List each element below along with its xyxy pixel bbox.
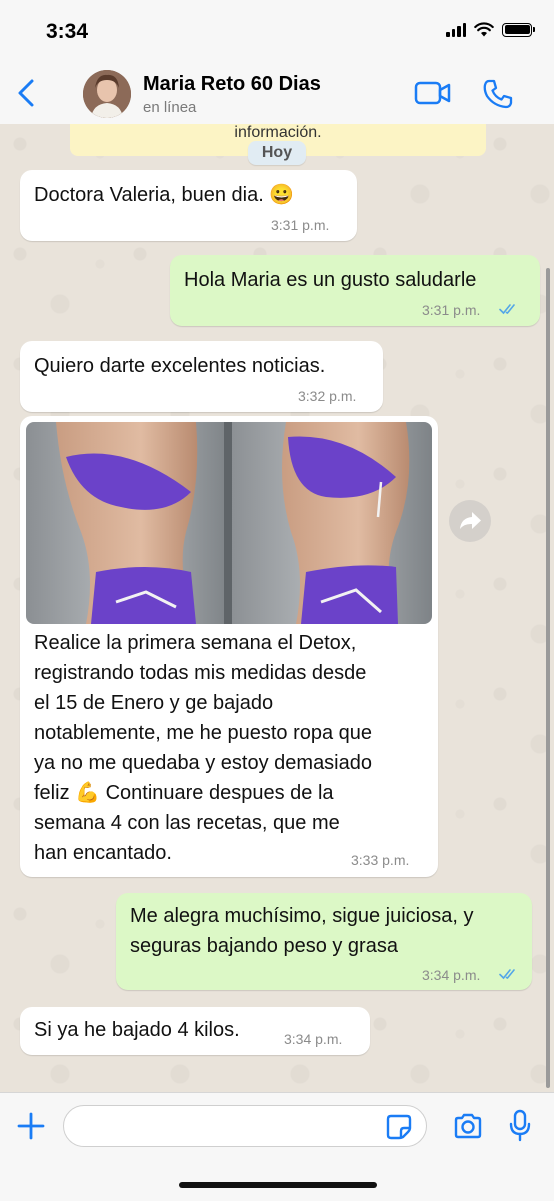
caption-line: semana 4 con las recetas, que me	[34, 812, 340, 834]
message-incoming[interactable]: Doctora Valeria, buen dia. 😀 3:31 p.m.	[20, 170, 357, 241]
message-text: Si ya he bajado 4 kilos.	[34, 1019, 240, 1041]
phone-icon[interactable]	[482, 78, 514, 110]
message-text: Me alegra muchísimo, sigue juiciosa, y s…	[130, 901, 473, 961]
signal-icon	[446, 22, 466, 37]
message-outgoing[interactable]: Me alegra muchísimo, sigue juiciosa, y s…	[116, 893, 532, 990]
message-time: 3:33 p.m.	[351, 852, 410, 868]
photo-attachment[interactable]	[26, 422, 432, 624]
chevron-left-icon[interactable]	[14, 78, 40, 108]
banner-text: información.	[234, 124, 322, 141]
message-time: 3:32 p.m.	[298, 388, 357, 404]
read-ticks-icon	[499, 304, 515, 315]
body-progress-photo	[26, 422, 432, 624]
caption-line: el 15 de Enero y ge bajado	[34, 692, 274, 714]
contact-status: en línea	[143, 99, 197, 116]
message-time: 3:31 p.m.	[422, 302, 481, 318]
message-time: 3:34 p.m.	[284, 1031, 343, 1047]
status-bar: 3:34	[0, 0, 554, 64]
camera-icon[interactable]	[452, 1111, 484, 1141]
message-text: Doctora Valeria, buen dia. 😀	[34, 184, 295, 206]
wifi-icon	[474, 22, 494, 37]
chat-header: Maria Reto 60 Dias en línea	[0, 64, 554, 125]
status-icons	[446, 22, 535, 37]
message-outgoing[interactable]: Hola Maria es un gusto saludarle 3:31 p.…	[170, 255, 540, 326]
read-ticks-icon	[499, 969, 515, 980]
image-caption: Realice la primera semana el Detox, regi…	[34, 628, 372, 868]
battery-icon	[502, 22, 535, 37]
composer-bar	[0, 1092, 554, 1201]
message-input[interactable]	[63, 1105, 427, 1147]
home-indicator[interactable]	[179, 1182, 377, 1188]
message-incoming[interactable]: Quiero darte excelentes noticias. 3:32 p…	[20, 341, 383, 412]
date-separator: Hoy	[248, 141, 306, 165]
microphone-icon[interactable]	[508, 1109, 532, 1143]
contact-name[interactable]: Maria Reto 60 Dias	[143, 73, 321, 96]
sticker-icon[interactable]	[385, 1113, 413, 1141]
status-time: 3:34	[46, 20, 89, 43]
message-text: Hola Maria es un gusto saludarle	[184, 269, 477, 291]
message-time: 3:31 p.m.	[271, 217, 330, 233]
message-time: 3:34 p.m.	[422, 967, 481, 983]
caption-line: registrando todas mis medidas desde	[34, 662, 367, 684]
video-camera-icon[interactable]	[414, 80, 452, 106]
caption-line: ya no me quedaba y estoy demasiado	[34, 752, 372, 774]
caption-line: han encantado.	[34, 842, 172, 864]
message-incoming-image[interactable]: Realice la primera semana el Detox, regi…	[20, 416, 438, 877]
forward-button[interactable]	[449, 500, 491, 542]
scrollbar[interactable]	[546, 268, 550, 1088]
caption-line: Realice la primera semana el Detox,	[34, 632, 357, 654]
plus-icon[interactable]	[16, 1111, 46, 1141]
caption-line: feliz 💪 Continuare despues de la	[34, 782, 334, 804]
message-incoming[interactable]: Si ya he bajado 4 kilos. 3:34 p.m.	[20, 1007, 370, 1055]
avatar[interactable]	[83, 70, 131, 118]
message-line: Me alegra muchísimo, sigue juiciosa, y	[130, 905, 474, 927]
forward-icon	[460, 512, 481, 529]
caption-line: notablemente, me he puesto ropa que	[34, 722, 373, 744]
message-text: Quiero darte excelentes noticias.	[34, 355, 326, 377]
message-line: seguras bajando peso y grasa	[130, 935, 398, 957]
